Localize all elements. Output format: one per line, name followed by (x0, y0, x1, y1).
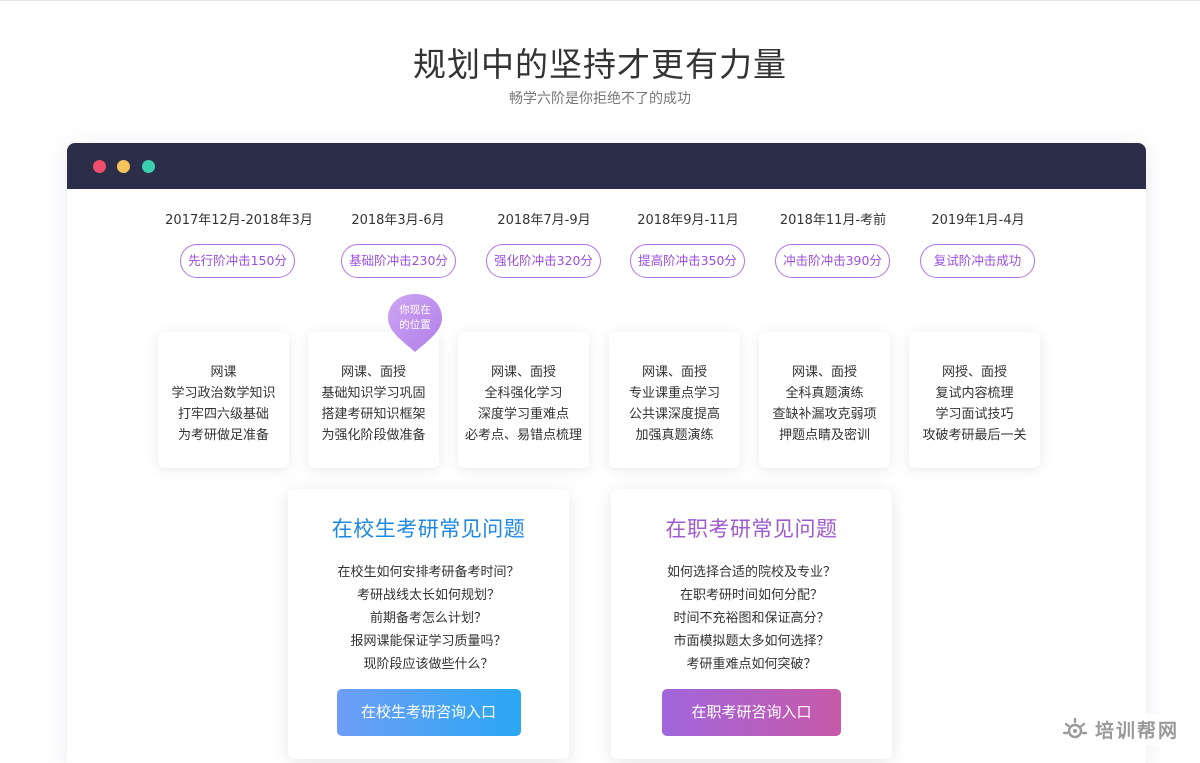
stage-card-line: 网授、面授 (941, 365, 1007, 380)
stage-card-line: 专业课重点学习 (628, 386, 720, 401)
stage-card: 网课、面授 全科真题演练 查缺补漏攻克弱项 押题点睛及密训 (759, 332, 890, 468)
stage-date: 2018年11月-考前 (779, 213, 887, 228)
stage-card-line: 搭建考研知识框架 (321, 407, 426, 422)
faq-question[interactable]: 前期备考怎么计划？ (288, 607, 569, 630)
stage-date: 2017年12月-2018年3月 (165, 213, 313, 228)
stage-card-line: 攻破考研最后一关 (922, 428, 1027, 443)
stage-badge[interactable]: 冲击阶冲击390分 (775, 244, 890, 278)
stage-card-line: 网课、面授 (641, 365, 707, 380)
stage-badge[interactable]: 提高阶冲击350分 (630, 244, 745, 278)
stage-card-line: 网课 (210, 365, 237, 380)
stage-card-line: 全科真题演练 (785, 386, 864, 401)
stage-card-line: 必考点、易错点梳理 (464, 428, 582, 443)
stage-card-line: 为强化阶段做准备 (321, 428, 426, 443)
watermark-logo-icon (1062, 717, 1088, 738)
window-close-dot-icon (93, 160, 106, 173)
current-position-label-line: 的位置 (399, 319, 431, 331)
stage-card-line: 全科强化学习 (484, 386, 563, 401)
stage-card-line: 网课、面授 (490, 365, 556, 380)
faq-question[interactable]: 在职考研时间如何分配？ (611, 584, 892, 607)
stage-card-line: 公共课深度提高 (628, 407, 720, 422)
stage-card-line: 基础知识学习巩固 (321, 386, 426, 401)
stage-card-line: 网课、面授 (340, 365, 406, 380)
faq-title: 在职考研常见问题 (665, 517, 838, 541)
faq-question[interactable]: 报网课能保证学习质量吗？ (288, 630, 569, 653)
current-position-label-line: 你现在 (399, 304, 431, 316)
stage-card-line: 为考研做足准备 (177, 428, 269, 443)
faq-question[interactable]: 在校生如何安排考研备考时间？ (288, 561, 569, 584)
stage-card: 网课、面授 全科强化学习 深度学习重难点 必考点、易错点梳理 (458, 332, 589, 468)
stage-date: 2018年3月-6月 (351, 213, 445, 228)
faq-card-campus: 在校生考研常见问题 在校生如何安排考研备考时间？ 考研战线太长如何规划？ 前期备… (288, 489, 569, 759)
stage-card-line: 学习政治数学知识 (171, 386, 276, 401)
browser-title-bar (67, 143, 1146, 189)
stage-card-line: 学习面试技巧 (935, 407, 1014, 422)
page-title: 规划中的坚持才更有力量 (413, 45, 787, 84)
stage-card: 网课 学习政治数学知识 打牢四六级基础 为考研做足准备 (158, 332, 289, 468)
stage-card-line: 复试内容梳理 (935, 386, 1014, 401)
faq-question[interactable]: 考研战线太长如何规划？ (288, 584, 569, 607)
stage-card-line: 深度学习重难点 (477, 407, 569, 422)
window-maximize-dot-icon (142, 160, 155, 173)
stage-date: 2018年7月-9月 (497, 213, 591, 228)
stage-badge[interactable]: 基础阶冲击230分 (341, 244, 456, 278)
faq-card-work: 在职考研常见问题 如何选择合适的院校及专业？ 在职考研时间如何分配？ 时间不充裕… (611, 489, 892, 759)
campus-consult-button[interactable]: 在校生考研咨询入口 (336, 689, 521, 736)
faq-list: 在校生如何安排考研备考时间？ 考研战线太长如何规划？ 前期备考怎么计划？ 报网课… (288, 561, 569, 676)
current-position-label: 你现在 的位置 (386, 303, 444, 333)
faq-list: 如何选择合适的院校及专业？ 在职考研时间如何分配？ 时间不充裕图和保证高分？ 市… (611, 561, 892, 676)
stage-card: 网课、面授 专业课重点学习 公共课深度提高 加强真题演练 (609, 332, 740, 468)
page-subtitle: 畅学六阶是你拒绝不了的成功 (509, 91, 691, 107)
faq-question[interactable]: 现阶段应该做些什么？ (288, 653, 569, 676)
stage-card-line: 网课、面授 (791, 365, 857, 380)
stage-card-line: 押题点睛及密训 (778, 428, 870, 443)
faq-question[interactable]: 考研重难点如何突破？ (611, 653, 892, 676)
faq-title: 在校生考研常见问题 (331, 517, 526, 541)
work-consult-button[interactable]: 在职考研咨询入口 (662, 689, 841, 736)
stage-card-line: 打牢四六级基础 (177, 407, 269, 422)
stage-card: 网授、面授 复试内容梳理 学习面试技巧 攻破考研最后一关 (909, 332, 1040, 468)
stage-badge[interactable]: 强化阶冲击320分 (486, 244, 601, 278)
stage-card-line: 查缺补漏攻克弱项 (772, 407, 877, 422)
faq-question[interactable]: 时间不充裕图和保证高分？ (611, 607, 892, 630)
stage-date: 2018年9月-11月 (637, 213, 739, 228)
top-divider (0, 0, 1200, 1)
stage-badge[interactable]: 先行阶冲击150分 (180, 244, 295, 278)
faq-question[interactable]: 如何选择合适的院校及专业？ (611, 561, 892, 584)
watermark-text: 培训帮网 (1095, 720, 1180, 742)
watermark: 培训帮网 (1061, 714, 1197, 745)
stage-badge[interactable]: 复试阶冲击成功 (920, 244, 1035, 278)
stage-card-line: 加强真题演练 (635, 428, 714, 443)
stage-date: 2019年1月-4月 (931, 213, 1025, 228)
faq-question[interactable]: 市面模拟题太多如何选择？ (611, 630, 892, 653)
window-minimize-dot-icon (117, 160, 130, 173)
